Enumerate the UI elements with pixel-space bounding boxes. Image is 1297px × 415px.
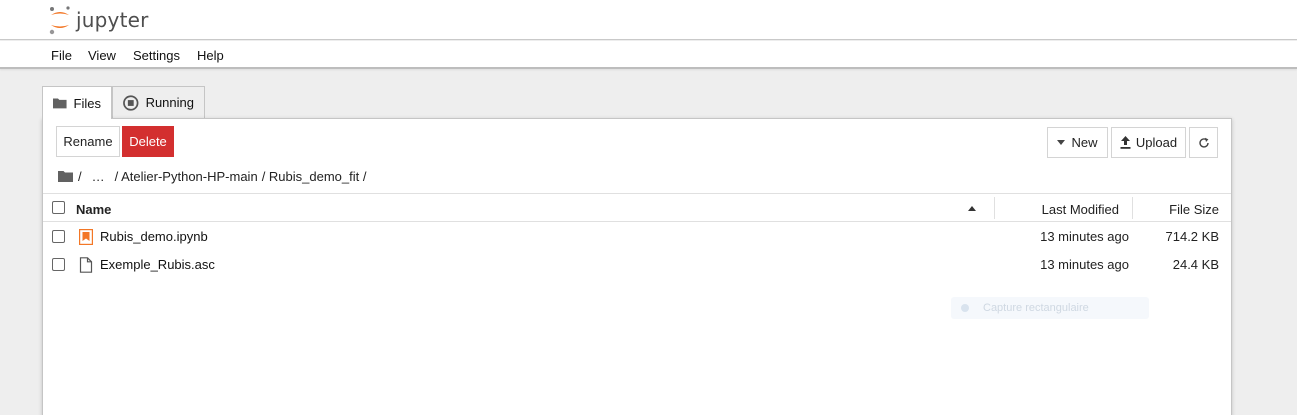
file-list-header: Name Last Modified File Size bbox=[43, 193, 1231, 222]
tab-files[interactable]: Files bbox=[42, 86, 112, 119]
tab-running-label: Running bbox=[145, 95, 194, 110]
menu-file[interactable]: File bbox=[51, 48, 72, 63]
menu-settings[interactable]: Settings bbox=[133, 48, 180, 63]
folder-icon bbox=[53, 98, 67, 109]
logo-text: jupyter bbox=[76, 8, 149, 32]
top-bar: jupyter bbox=[0, 0, 1297, 40]
rename-button[interactable]: Rename bbox=[56, 126, 120, 157]
upload-icon bbox=[1120, 136, 1131, 149]
file-icon bbox=[79, 257, 93, 273]
file-name[interactable]: Rubis_demo.ipynb bbox=[100, 229, 208, 244]
menu-help[interactable]: Help bbox=[197, 48, 224, 63]
refresh-icon bbox=[1198, 137, 1209, 148]
caret-down-icon bbox=[1057, 140, 1066, 145]
screen-capture-label: Capture rectangulaire bbox=[983, 302, 1089, 314]
breadcrumb-rubis-demo-fit[interactable]: / Rubis_demo_fit / bbox=[262, 169, 367, 184]
select-all-checkbox[interactable] bbox=[52, 201, 65, 214]
delete-button[interactable]: Delete bbox=[122, 126, 174, 157]
file-name[interactable]: Exemple_Rubis.asc bbox=[100, 257, 215, 272]
tab-running[interactable]: Running bbox=[112, 86, 205, 118]
breadcrumb: / … / Atelier-Python-HP-main / Rubis_dem… bbox=[58, 167, 366, 185]
column-last-modified[interactable]: Last Modified bbox=[1042, 202, 1119, 217]
file-size: 714.2 KB bbox=[1165, 229, 1220, 244]
jupyter-logo-icon bbox=[49, 6, 70, 35]
folder-icon[interactable] bbox=[58, 170, 73, 182]
breadcrumb-atelier[interactable]: / Atelier-Python-HP-main bbox=[115, 169, 258, 184]
row-checkbox[interactable] bbox=[52, 230, 65, 243]
upload-button[interactable]: Upload bbox=[1111, 127, 1186, 158]
column-name[interactable]: Name bbox=[76, 202, 111, 217]
column-divider[interactable] bbox=[1132, 197, 1133, 219]
new-button[interactable]: New bbox=[1047, 127, 1108, 158]
screen-capture-tooltip: Capture rectangulaire bbox=[951, 297, 1149, 319]
new-button-label: New bbox=[1071, 135, 1098, 150]
menu-bar: File View Settings Help bbox=[0, 41, 1297, 69]
file-modified: 13 minutes ago bbox=[1040, 229, 1129, 244]
menu-view[interactable]: View bbox=[88, 48, 116, 63]
column-file-size[interactable]: File Size bbox=[1169, 202, 1219, 217]
file-row[interactable]: Exemple_Rubis.asc 13 minutes ago 24.4 KB bbox=[43, 251, 1231, 279]
file-browser-panel: Rename Delete New Upload / … / Atelier-P… bbox=[42, 118, 1232, 415]
file-modified: 13 minutes ago bbox=[1040, 257, 1129, 272]
jupyter-logo[interactable]: jupyter bbox=[48, 4, 149, 36]
upload-button-label: Upload bbox=[1135, 135, 1178, 150]
column-divider[interactable] bbox=[994, 197, 995, 219]
stop-circle-icon bbox=[123, 94, 139, 111]
tab-files-label: Files bbox=[73, 95, 101, 111]
file-size: 24.4 KB bbox=[1172, 257, 1219, 272]
breadcrumb-ellipsis[interactable]: … bbox=[92, 169, 105, 184]
refresh-button[interactable] bbox=[1189, 127, 1218, 158]
notebook-icon bbox=[79, 229, 93, 245]
sort-ascending-icon bbox=[968, 206, 976, 211]
file-row[interactable]: Rubis_demo.ipynb 13 minutes ago 714.2 KB bbox=[43, 223, 1231, 251]
capture-icon bbox=[961, 304, 969, 312]
breadcrumb-root[interactable]: / bbox=[78, 169, 82, 184]
row-checkbox[interactable] bbox=[52, 258, 65, 271]
